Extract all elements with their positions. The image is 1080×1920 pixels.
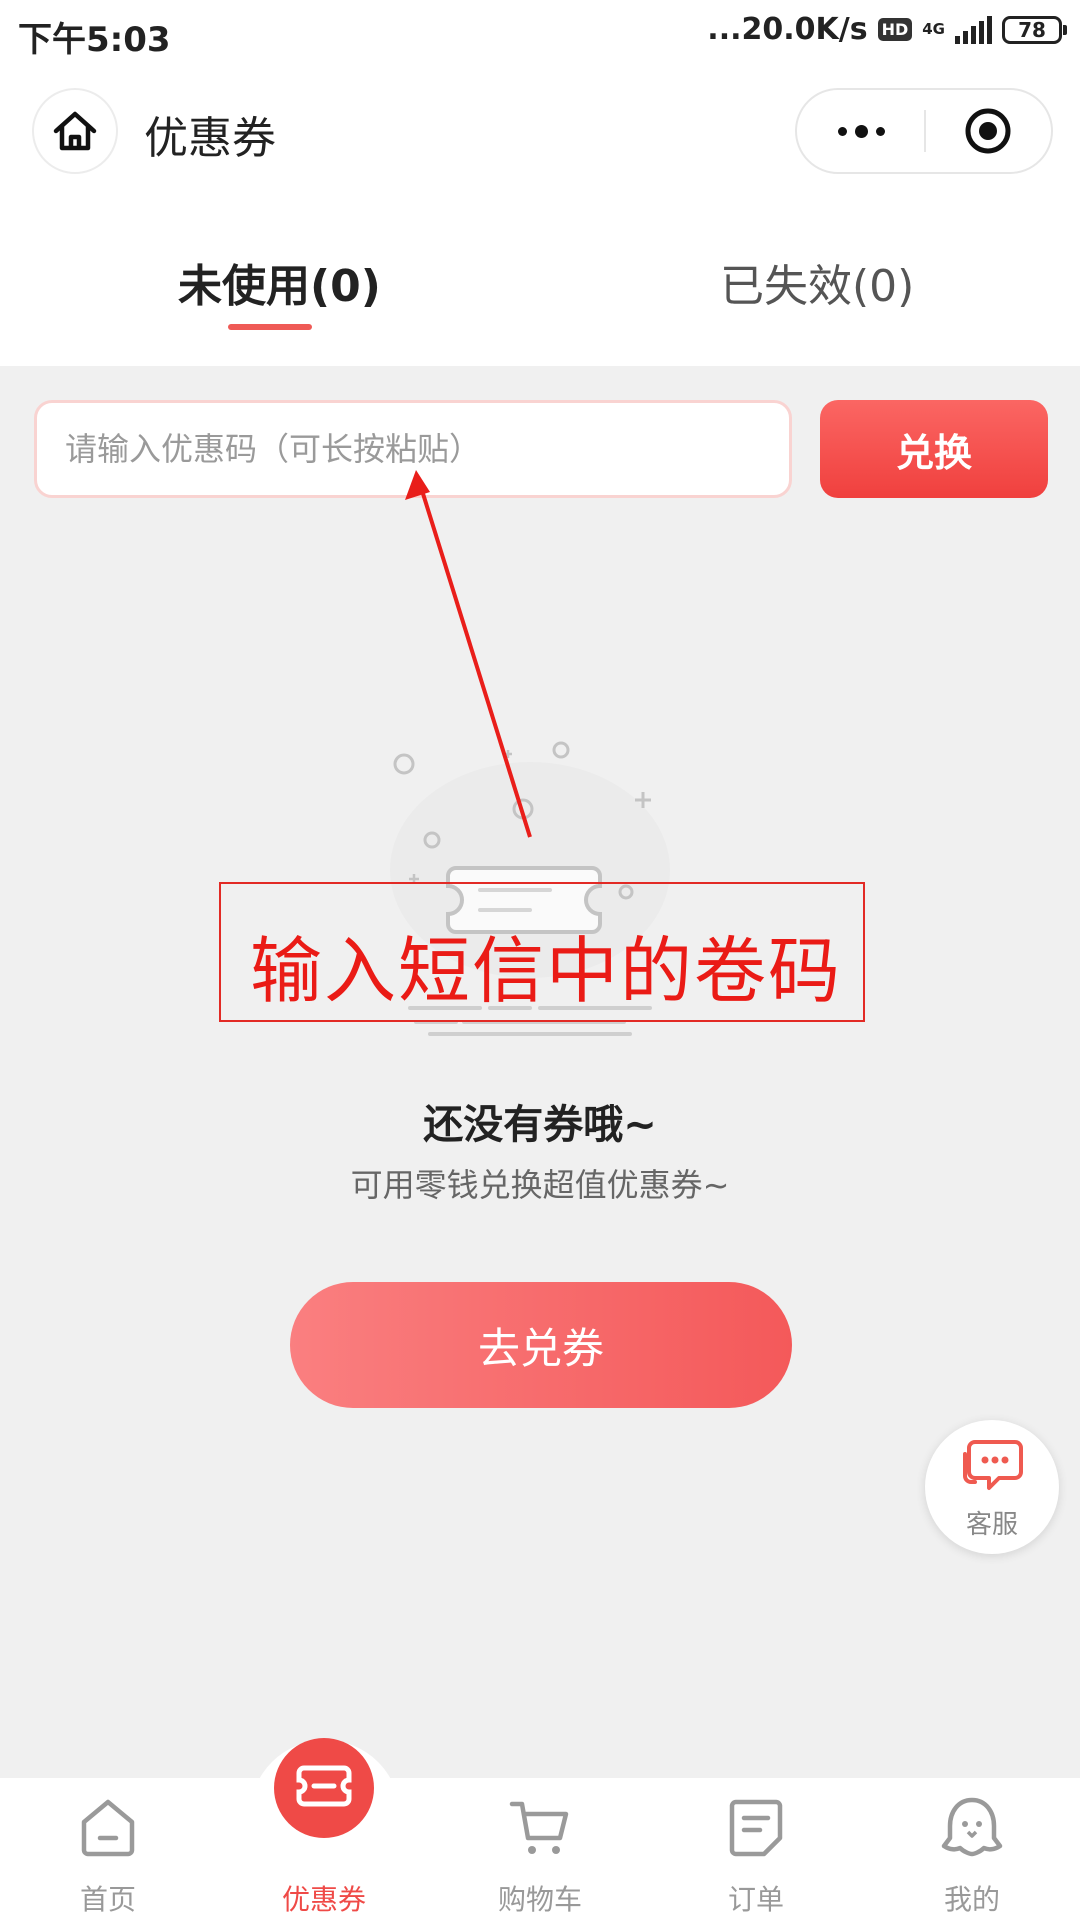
coupon-tab-icon	[296, 1765, 352, 1807]
close-button[interactable]	[925, 90, 1051, 172]
tab-coupon[interactable]: 优惠券	[244, 1765, 404, 1920]
tab-profile[interactable]: 我的	[892, 1778, 1052, 1920]
order-tab-icon	[729, 1799, 783, 1857]
tab-profile-label: 我的	[943, 1883, 1000, 1916]
active-tab-indicator	[228, 324, 312, 330]
network-speed: ...20.0K/s	[707, 12, 868, 47]
go-redeem-button[interactable]: 去兑券	[290, 1282, 792, 1408]
home-tab-icon	[81, 1799, 135, 1857]
tab-unused[interactable]: 未使用(0)	[178, 250, 381, 314]
chat-bubble-icon	[963, 1440, 1023, 1490]
page-title: 优惠券	[144, 113, 276, 164]
tab-cart-label: 购物车	[497, 1883, 582, 1916]
home-button[interactable]	[32, 88, 118, 174]
tab-expired[interactable]: 已失效(0)	[720, 250, 914, 314]
tab-cart[interactable]: 购物车	[460, 1778, 620, 1920]
tab-home-label: 首页	[79, 1883, 136, 1916]
mini-program-capsule	[795, 88, 1053, 174]
more-button[interactable]	[797, 90, 925, 172]
coupon-tabs: 未使用(0) 已失效(0)	[0, 200, 1080, 366]
tab-orders-label: 订单	[727, 1883, 784, 1916]
tab-home[interactable]: 首页	[28, 1778, 188, 1920]
signal-icon	[955, 15, 992, 44]
tab-orders[interactable]: 订单	[676, 1778, 836, 1920]
empty-state-subtitle: 可用零钱兑换超值优惠券~	[350, 1166, 730, 1204]
redeem-button[interactable]: 兑换	[820, 400, 1048, 498]
coupon-code-input[interactable]	[34, 400, 792, 498]
network-type: 4G	[922, 20, 945, 38]
customer-service-label: 客服	[965, 1510, 1018, 1540]
status-time: 下午5:03	[18, 20, 171, 60]
annotation-text: 输入短信中的卷码	[250, 932, 843, 1012]
hd-badge: HD	[877, 18, 913, 41]
status-bar: 下午5:03 ...20.0K/s HD 4G 78	[0, 0, 1080, 66]
cart-tab-icon	[509, 1801, 569, 1854]
home-icon	[53, 111, 97, 151]
tab-coupon-label: 优惠券	[281, 1883, 366, 1916]
nav-bar: 优惠券	[0, 66, 1080, 200]
battery-icon: 78	[1002, 15, 1067, 44]
status-indicators: ...20.0K/s HD 4G 78	[707, 12, 1067, 47]
target-close-icon	[965, 108, 1011, 154]
customer-service-button[interactable]: 客服	[925, 1420, 1059, 1554]
empty-state-title: 还没有券哦~	[423, 1102, 657, 1148]
profile-tab-icon	[941, 1797, 1003, 1857]
more-dots-icon	[837, 126, 847, 136]
